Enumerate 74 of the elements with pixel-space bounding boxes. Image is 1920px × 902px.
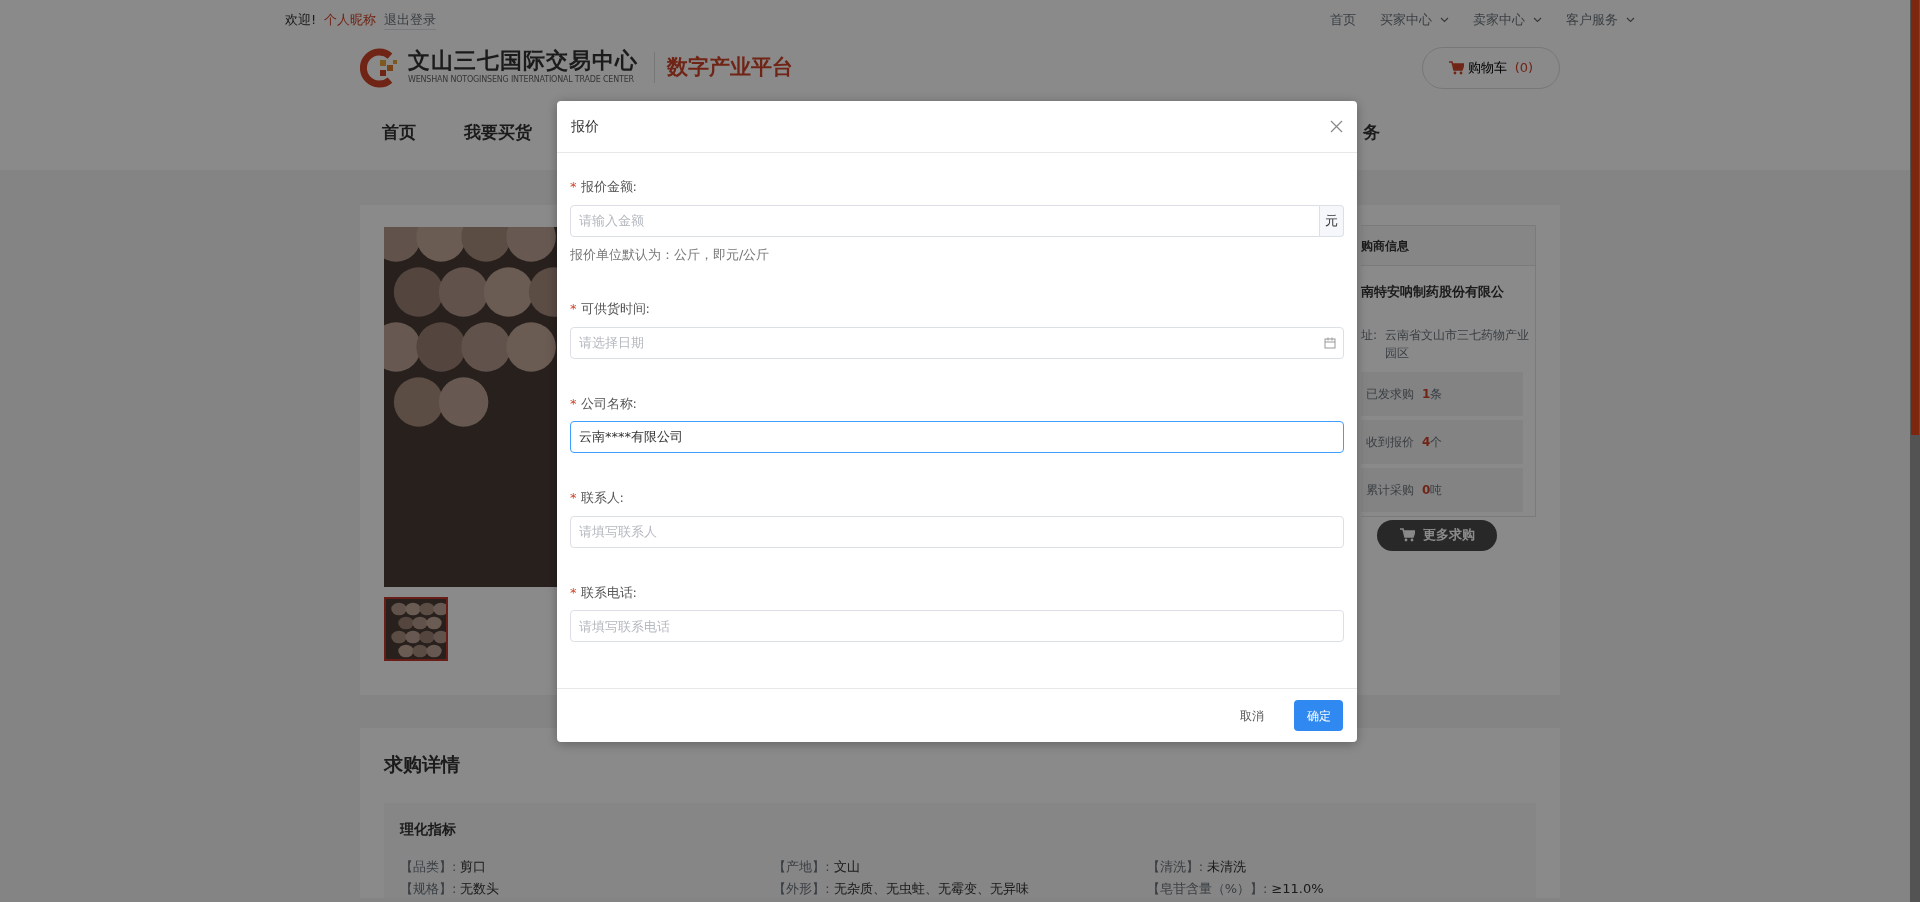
top-menu-link[interactable]: 首页 [1330, 10, 1356, 30]
field-label: 联系电话: [580, 583, 637, 602]
hint-text: 报价单位默认为：公斤，即元/公斤 [570, 245, 771, 264]
required-mark: * [570, 178, 577, 196]
thumbnail[interactable] [384, 597, 448, 661]
stat-value: 1 [1422, 385, 1431, 403]
platform-title: 数字产业平台 [654, 51, 793, 84]
input-field[interactable]: 云南****有限公司 [570, 421, 1344, 453]
field-label: 联系人: [580, 489, 624, 507]
stat-unit: 吨 [1430, 481, 1443, 499]
spec-value: 剪口 [460, 857, 487, 876]
logo-title: 文山三七国际交易中心 [408, 49, 638, 74]
stat-unit: 个 [1430, 433, 1443, 451]
spec-value: 未清洗 [1207, 857, 1247, 876]
logo-subtitle: WENSHAN NOTOGINSENG INTERNATIONAL TRADE CENTER [408, 73, 635, 86]
cart-icon [1399, 528, 1415, 542]
top-menu-link[interactable]: 卖家中心 [1473, 10, 1525, 30]
more-button[interactable]: 更多求购 [1377, 519, 1497, 551]
field-label: 可供货时间: [580, 300, 650, 318]
stat-unit: 条 [1430, 385, 1443, 403]
date-field[interactable]: 请选择日期 [570, 326, 1344, 359]
section-title: 求购详情 [384, 752, 461, 777]
required-mark: * [570, 489, 577, 507]
nickname-link[interactable]: 个人昵称 [324, 10, 377, 30]
input-field[interactable]: 请填写联系电话 [570, 610, 1344, 642]
input-field[interactable]: 请输入金额 [570, 204, 1320, 237]
spec-value: ≥11.0% [1271, 879, 1324, 898]
nav-link[interactable]: 务 [1363, 119, 1380, 146]
input-field[interactable]: 请填写联系人 [570, 515, 1344, 548]
confirm-button[interactable]: 确定 [1294, 700, 1343, 731]
field-label: 公司名称: [580, 394, 637, 413]
stat-label: 已发求购 [1366, 385, 1414, 403]
top-menu-link[interactable]: 客户服务 [1566, 10, 1618, 30]
scrollbar[interactable] [1910, 0, 1920, 902]
spec-label: 【皂苷含量（%）】: [1146, 879, 1268, 898]
cart-count: (0) [1514, 58, 1534, 77]
spec-label: 【规格】: [400, 879, 457, 898]
panel-title: 购商信息 [1361, 237, 1409, 255]
chevron-down-icon [1440, 17, 1449, 23]
spec-value: 无杂质、无虫蛀、无霉变、无异味 [833, 879, 1029, 898]
spec-label: 【外形】: [773, 879, 830, 898]
calendar-icon [1324, 336, 1336, 349]
spec-label: 【产地】: [773, 857, 830, 876]
field-label: 报价金额: [580, 178, 637, 196]
subsection-title: 理化指标 [400, 819, 457, 839]
greeting-text: 欢迎! [285, 11, 317, 30]
required-mark: * [570, 300, 577, 318]
nav-link[interactable]: 我要买货 [464, 119, 532, 146]
logo-icon [360, 47, 400, 88]
spec-label: 【清洗】: [1146, 857, 1204, 876]
stat-value: 4 [1422, 433, 1431, 451]
stat-label: 累计采购 [1366, 481, 1414, 499]
logout-link[interactable]: 退出登录 [384, 9, 437, 31]
spec-value: 文山 [833, 857, 860, 876]
required-mark: * [570, 394, 577, 413]
company-name: 南特安呐制药股份有限公 [1361, 283, 1505, 301]
stat-value: 0 [1422, 481, 1431, 499]
stat-label: 收到报价 [1366, 433, 1414, 451]
required-mark: * [570, 583, 577, 602]
spec-label: 【品类】: [400, 857, 457, 876]
chevron-down-icon [1533, 17, 1542, 23]
nav-link[interactable]: 首页 [382, 119, 416, 146]
chevron-down-icon [1626, 17, 1635, 23]
cancel-button[interactable]: 取消 [1234, 705, 1270, 726]
unit-suffix: 元 [1320, 204, 1344, 237]
cart-button[interactable]: 购物车 (0) [1422, 46, 1560, 89]
cart-icon [1448, 60, 1464, 75]
spec-value: 无数头 [460, 879, 500, 898]
address-label: 址: [1361, 326, 1378, 344]
top-menu-link[interactable]: 买家中心 [1380, 10, 1432, 30]
cart-label: 购物车 [1467, 58, 1507, 77]
address-value: 云南省文山市三七药物产业园区 [1385, 326, 1531, 362]
close-icon[interactable] [1330, 120, 1343, 133]
dialog-title: 报价 [571, 117, 599, 136]
